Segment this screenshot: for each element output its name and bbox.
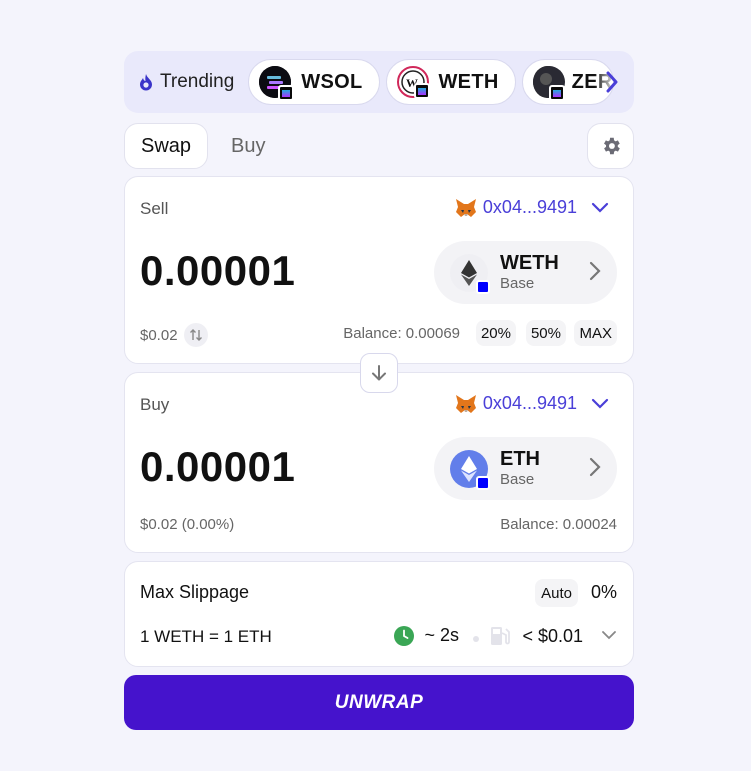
slippage-auto-button[interactable]: Auto bbox=[535, 579, 578, 607]
tab-swap[interactable]: Swap bbox=[124, 123, 209, 169]
gas-pump-icon bbox=[491, 627, 511, 645]
gear-icon bbox=[603, 137, 620, 155]
sell-wallet-selector[interactable]: 0x04...9491 bbox=[455, 197, 609, 218]
weth-symbol: WETH bbox=[438, 70, 499, 93]
gas-fee-text: < $0.01 bbox=[522, 625, 583, 646]
trending-text: Trending bbox=[160, 71, 235, 92]
sell-usd-text: $0.02 bbox=[140, 326, 178, 344]
sell-balance: Balance: 0.00069 bbox=[343, 325, 460, 342]
tab-buy[interactable]: Buy bbox=[214, 123, 282, 169]
chevron-down-icon bbox=[591, 202, 609, 213]
slippage-value[interactable]: 0% bbox=[591, 582, 617, 603]
mode-tabs: Swap Buy bbox=[124, 123, 283, 169]
estimated-time-text: ~ 2s bbox=[424, 625, 459, 645]
trending-bar: Trending WSOL W WETH ZER bbox=[124, 51, 634, 113]
estimated-time: ~ 2s bbox=[394, 625, 459, 646]
swap-widget: Trending WSOL W WETH ZER Swap Buy Sell 0… bbox=[124, 51, 634, 730]
flip-direction-button[interactable] bbox=[360, 353, 398, 393]
buy-usd-value: $0.02 (0.00%) bbox=[140, 516, 235, 533]
base-network-icon bbox=[476, 279, 490, 294]
buy-card: Buy 0x04...9491 0.00001 ETH Base $0.02 (… bbox=[124, 372, 634, 553]
weth-token-icon bbox=[450, 253, 490, 294]
trending-token-wsol[interactable]: WSOL bbox=[248, 59, 380, 105]
sell-token-selector[interactable]: WETH Base bbox=[434, 241, 617, 304]
eth-token-icon bbox=[450, 449, 490, 490]
percent-50-button[interactable]: 50% bbox=[525, 320, 566, 346]
wsol-symbol: WSOL bbox=[301, 70, 363, 93]
chevron-down-icon[interactable] bbox=[601, 630, 617, 640]
base-network-icon bbox=[476, 475, 490, 490]
chevron-right-icon bbox=[589, 457, 601, 477]
exchange-rate: 1 WETH = 1 ETH bbox=[140, 627, 272, 646]
flame-icon bbox=[140, 74, 152, 91]
max-slippage-label: Max Slippage bbox=[140, 582, 250, 602]
wsol-token-icon bbox=[259, 66, 295, 101]
buy-label: Buy bbox=[140, 395, 170, 414]
sell-token-symbol: WETH bbox=[500, 252, 559, 275]
sell-amount-input[interactable]: 0.00001 bbox=[140, 247, 295, 295]
metamask-fox-icon bbox=[455, 394, 476, 413]
buy-balance: Balance: 0.00024 bbox=[500, 516, 617, 533]
gas-fee: < $0.01 bbox=[490, 625, 583, 647]
arrow-down-icon bbox=[372, 365, 386, 381]
chevron-right-icon bbox=[589, 261, 601, 281]
buy-wallet-address: 0x04...9491 bbox=[482, 393, 577, 413]
clock-icon bbox=[394, 625, 415, 646]
tabs-row: Swap Buy bbox=[124, 122, 634, 170]
max-button[interactable]: MAX bbox=[574, 320, 617, 346]
trending-token-weth[interactable]: W WETH bbox=[385, 59, 516, 105]
chevron-down-icon bbox=[591, 398, 609, 409]
trade-info-card: Max Slippage Auto 0% 1 WETH = 1 ETH ~ 2s… bbox=[124, 561, 634, 667]
separator-dot bbox=[473, 636, 479, 642]
settings-button[interactable] bbox=[587, 123, 634, 169]
buy-token-symbol: ETH bbox=[500, 448, 540, 471]
trending-token-zer[interactable]: ZER bbox=[521, 59, 614, 105]
sell-card: Sell 0x04...9491 0.00001 WETH Base $0.02… bbox=[124, 176, 634, 364]
weth-token-icon: W bbox=[396, 66, 430, 99]
sell-label: Sell bbox=[140, 199, 169, 218]
sell-token-network: Base bbox=[500, 275, 535, 293]
buy-wallet-selector[interactable]: 0x04...9491 bbox=[455, 393, 609, 414]
unwrap-button[interactable]: UNWRAP bbox=[124, 675, 634, 730]
buy-token-selector[interactable]: ETH Base bbox=[434, 437, 617, 500]
buy-token-network: Base bbox=[500, 471, 535, 489]
percent-20-button[interactable]: 20% bbox=[475, 320, 516, 346]
sell-usd-value: $0.02 bbox=[140, 323, 208, 347]
buy-amount-input[interactable]: 0.00001 bbox=[140, 443, 295, 491]
zer-token-icon bbox=[532, 66, 565, 101]
metamask-fox-icon bbox=[455, 198, 476, 217]
trending-label: Trending bbox=[138, 71, 234, 93]
swap-vert-icon[interactable] bbox=[183, 323, 208, 347]
trending-next-chevron-icon[interactable] bbox=[602, 69, 622, 95]
sell-wallet-address: 0x04...9491 bbox=[482, 197, 577, 217]
